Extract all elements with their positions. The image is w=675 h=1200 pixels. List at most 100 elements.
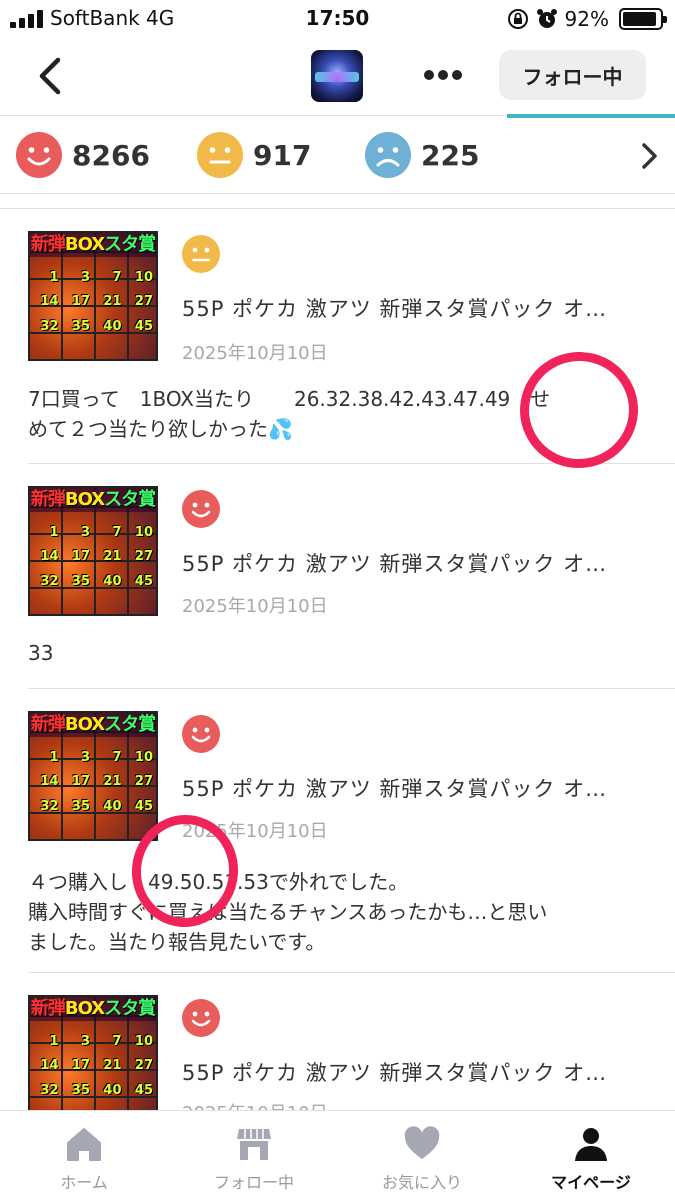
heart-icon [404,1126,440,1159]
review-title: 55P ポケカ 激アツ 新弾スタ賞パック オ… [182,297,608,321]
battery-level [623,12,657,26]
product-thumbnail: 新弾BOXスタ賞 1 3 7 10 14 17 21 27 32 35 40 45 [28,711,158,841]
thumbnail-number: 27 [134,549,153,564]
thumbnail-numbers: 1 3 7 10 14 17 21 27 32 35 40 45 [30,516,156,614]
tab-favorites[interactable]: お気に入り [338,1125,506,1195]
thumbnail-number: 10 [134,269,153,285]
thumbnail-number: 32 [40,798,59,814]
shop-logo[interactable] [311,50,363,102]
thumbnail-number: 40 [103,798,122,814]
thumbnail-number: 40 [103,318,122,334]
thumbnail-number: 3 [80,269,90,285]
review-body: ４つ購入し 49.50.51.53で外れでした。 購入時間すぐに買えば当たるチャ… [28,870,548,954]
thumbnail-number: 32 [40,318,59,334]
thumbnail-number: 27 [134,294,153,309]
tab-mypage[interactable]: マイページ [507,1125,675,1195]
product-thumbnail: 新弾BOXスタ賞 1 3 7 10 14 17 21 27 32 35 40 45 [28,995,158,1113]
thumbnail-number: 40 [103,573,122,589]
battery-icon [619,8,667,30]
thumbnail-number: 21 [103,294,122,309]
review-item[interactable]: 新弾BOXスタ賞 1 3 7 10 14 17 21 27 32 35 40 45 55P ポケカ 激… [0,464,675,689]
thumbnail-number: 7 [112,524,122,540]
thumbnail-number: 35 [71,573,90,589]
thumbnail-number: 1 [49,524,59,540]
rating-good-count: 8266 [72,138,150,172]
thumbnail-number: 7 [112,1033,122,1049]
review-item[interactable]: 新弾BOXスタ賞 1 3 7 10 14 17 21 27 32 35 40 45 55P ポケカ 激… [0,689,675,973]
thumbnail-number: 14 [40,1058,59,1073]
thumbnail-numbers: 1 3 7 10 14 17 21 27 32 35 40 45 [30,1025,156,1113]
alarm-icon [536,9,557,28]
thumbnail-number: 17 [71,774,90,789]
rating-neutral-count: 917 [253,138,312,172]
more-icon[interactable] [418,60,468,90]
neutral-face-icon [197,132,243,178]
thumbnail-number: 21 [103,549,122,564]
home-icon [67,1128,101,1161]
neutral-face-icon [182,235,220,273]
rating-good: 8266 [16,132,150,178]
following-button[interactable]: フォロー中 [499,50,646,100]
thumbnail-number: 1 [49,749,59,765]
thumbnail-number: 27 [134,774,153,789]
rating-bad: 225 [365,132,479,178]
sad-face-icon [365,132,411,178]
thumbnail-number: 3 [80,749,90,765]
review-date: 2025年10月10日 [182,343,328,364]
tab-home-label: ホーム [60,1173,108,1192]
thumbnail-number: 1 [49,1033,59,1049]
happy-face-icon [16,132,62,178]
ratings-summary[interactable]: 8266 917 225 [0,118,675,194]
rating-bad-count: 225 [421,138,480,172]
thumbnail-number: 14 [40,294,59,309]
person-icon [575,1128,607,1161]
rotation-lock-icon [507,9,528,29]
thumbnail-number: 45 [134,1082,153,1098]
thumbnail-number: 32 [40,573,59,589]
thumbnail-number: 10 [134,749,153,765]
thumbnail-number: 3 [80,1033,90,1049]
thumbnail-number: 17 [71,1058,90,1073]
thumbnail-number: 45 [134,798,153,814]
thumbnail-number: 17 [71,549,90,564]
thumbnail-number: 10 [134,524,153,540]
thumbnail-number: 10 [134,1033,153,1049]
review-title: 55P ポケカ 激アツ 新弾スタ賞パック オ… [182,777,608,801]
nav-bar: フォロー中 [0,40,675,116]
battery-percent: 92% [564,7,609,31]
chevron-right-icon[interactable] [635,140,663,172]
thumbnail-number: 45 [134,318,153,334]
thumbnail-numbers: 1 3 7 10 14 17 21 27 32 35 40 45 [30,261,156,359]
happy-face-icon [182,715,220,753]
review-date: 2025年10月10日 [182,596,328,617]
tab-following[interactable]: フォロー中 [170,1125,338,1195]
status-bar: SoftBank 4G 17:50 92% [0,0,675,40]
thumbnail-number: 35 [71,318,90,334]
thumbnail-number: 14 [40,549,59,564]
thumbnail-number: 40 [103,1082,122,1098]
review-title: 55P ポケカ 激アツ 新弾スタ賞パック オ… [182,552,608,576]
back-chevron-icon[interactable] [30,54,74,98]
happy-face-icon [182,490,220,528]
status-right: 92% [507,6,667,32]
thumbnail-numbers: 1 3 7 10 14 17 21 27 32 35 40 45 [30,741,156,839]
thumbnail-number: 45 [134,573,153,589]
review-item[interactable]: 新弾BOXスタ賞 1 3 7 10 14 17 21 27 32 35 40 45 55P ポケカ 激… [0,973,675,1113]
thumbnail-number: 21 [103,1058,122,1073]
tab-home[interactable]: ホーム [0,1125,168,1195]
product-thumbnail: 新弾BOXスタ賞 1 3 7 10 14 17 21 27 32 35 40 45 [28,231,158,361]
thumbnail-number: 7 [112,749,122,765]
store-icon [237,1129,271,1160]
tab-bar: ホーム フォロー中 お気に入り マイページ [0,1110,675,1200]
review-title: 55P ポケカ 激アツ 新弾スタ賞パック オ… [182,1061,608,1085]
thumbnail-number: 21 [103,774,122,789]
thumbnail-number: 17 [71,294,90,309]
thumbnail-number: 27 [134,1058,153,1073]
tab-mypage-label: マイページ [551,1173,631,1192]
thumbnail-number: 7 [112,269,122,285]
review-body: 33 [28,641,54,665]
thumbnail-number: 32 [40,1082,59,1098]
tab-favorites-label: お気に入り [381,1173,462,1192]
happy-face-icon [182,999,220,1037]
thumbnail-number: 35 [71,798,90,814]
